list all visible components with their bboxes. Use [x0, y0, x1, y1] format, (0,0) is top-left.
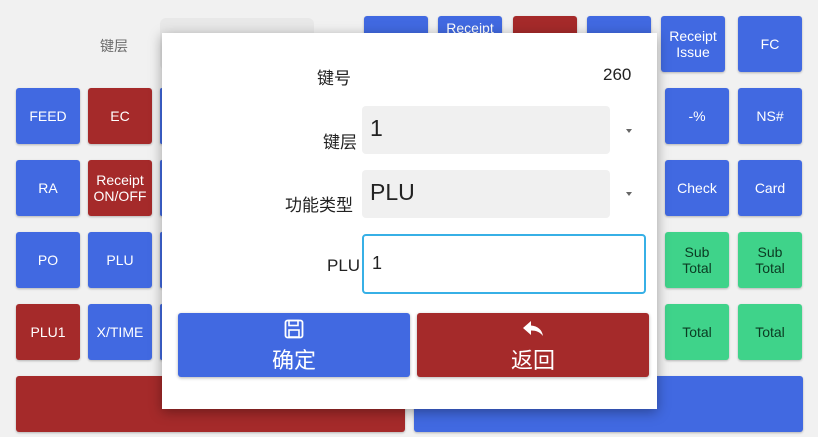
key-xtime[interactable]: X/TIME	[88, 304, 152, 360]
confirm-button[interactable]: 确定	[178, 313, 410, 377]
function-type-value: PLU	[370, 179, 415, 205]
key-layer-value: 1	[370, 115, 383, 141]
key-receipt-onoff[interactable]: Receipt ON/OFF	[88, 160, 152, 216]
confirm-label: 确定	[271, 349, 316, 374]
key-plu1[interactable]: PLU1	[16, 304, 80, 360]
key-layer-select[interactable]: 1	[362, 106, 610, 154]
key-total-2[interactable]: Total	[738, 304, 802, 360]
key-receipt-issue[interactable]: Receipt Issue	[661, 16, 725, 72]
key-number-label: 键号	[317, 69, 351, 89]
back-button[interactable]: 返回	[417, 313, 649, 377]
key-fc[interactable]: FC	[738, 16, 802, 72]
key-ec[interactable]: EC	[88, 88, 152, 144]
chevron-down-icon[interactable]	[626, 192, 632, 196]
plu-input[interactable]	[370, 252, 634, 275]
key-number-value: 260	[603, 65, 632, 84]
bg-key-layer-label: 键层	[100, 39, 128, 55]
plu-field[interactable]	[362, 234, 646, 294]
plu-label: PLU	[327, 256, 361, 275]
key-plu[interactable]: PLU	[88, 232, 152, 288]
back-label: 返回	[510, 349, 555, 374]
key-card[interactable]: Card	[738, 160, 802, 216]
save-icon	[282, 317, 306, 345]
function-type-select[interactable]: PLU	[362, 170, 610, 218]
key-edit-dialog: 键号 260 键层 1 功能类型 PLU PLU 确定 返回	[162, 33, 657, 409]
key-subtotal-1[interactable]: Sub Total	[665, 232, 729, 288]
key-total-1[interactable]: Total	[665, 304, 729, 360]
undo-arrow-icon	[520, 317, 546, 345]
key-po[interactable]: PO	[16, 232, 80, 288]
function-type-label: 功能类型	[285, 196, 353, 216]
key-feed[interactable]: FEED	[16, 88, 80, 144]
key-percent-minus[interactable]: -%	[665, 88, 729, 144]
key-check[interactable]: Check	[665, 160, 729, 216]
key-subtotal-2[interactable]: Sub Total	[738, 232, 802, 288]
chevron-down-icon[interactable]	[626, 129, 632, 133]
key-ns[interactable]: NS#	[738, 88, 802, 144]
key-layer-label: 键层	[323, 133, 357, 153]
key-ra[interactable]: RA	[16, 160, 80, 216]
